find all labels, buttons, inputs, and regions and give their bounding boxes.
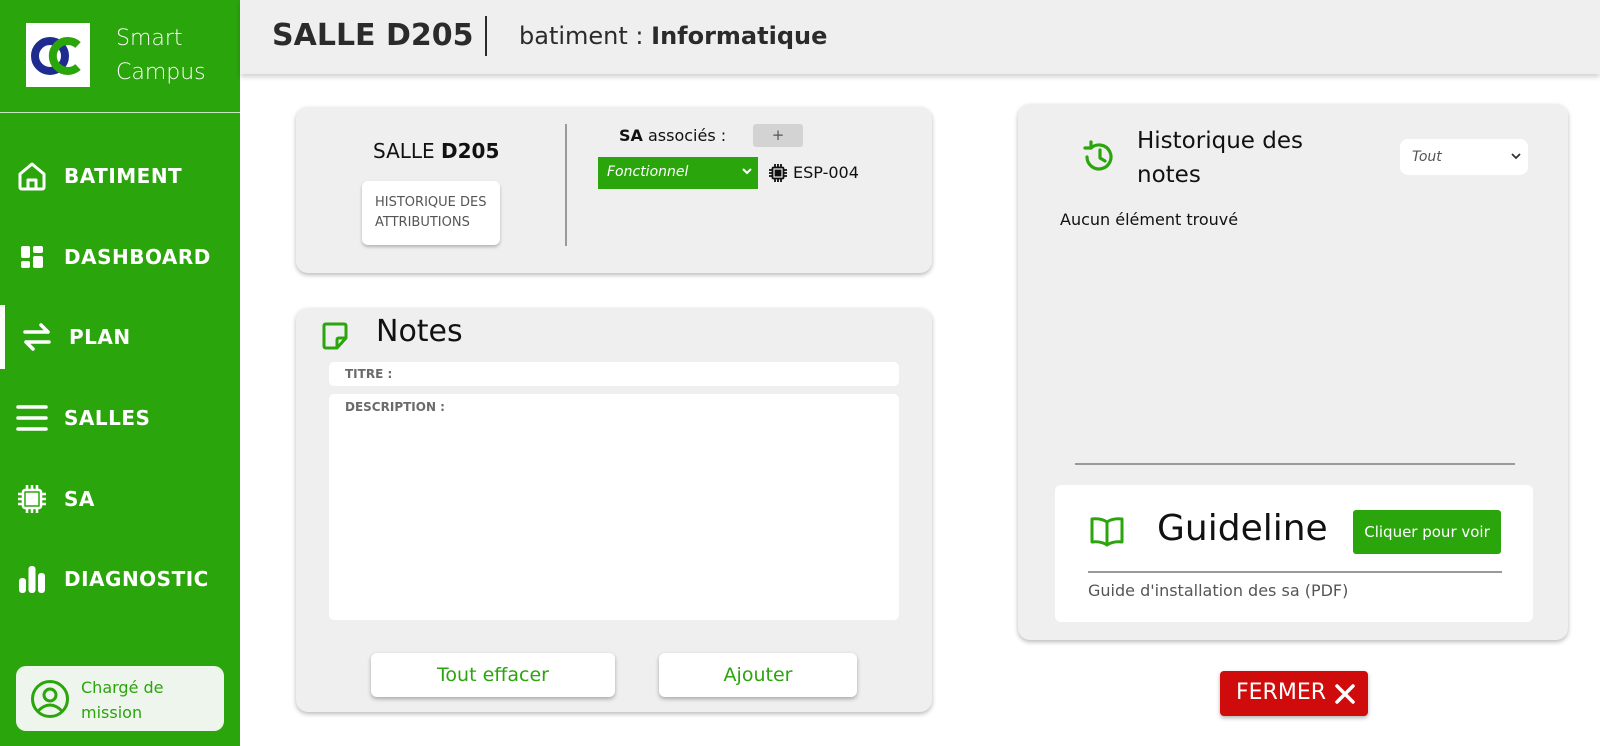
sidebar-item-diagnostic[interactable]: DIAGNOSTIC [0, 547, 240, 611]
page-title: SALLE D205 [272, 18, 474, 53]
empty-state-text: Aucun élément trouvé [1060, 210, 1239, 229]
brand-line-2: Campus [116, 60, 206, 85]
building-name: Informatique [651, 22, 828, 50]
menu-lines-icon [15, 401, 49, 435]
sa-device-name[interactable]: ESP-004 [793, 163, 859, 182]
user-role-line-2: mission [81, 703, 143, 722]
sa-label-bold: SA [619, 126, 643, 145]
header-separator [485, 16, 487, 56]
book-icon [1089, 513, 1125, 549]
view-guide-button[interactable]: Cliquer pour voir [1353, 510, 1501, 554]
add-sa-button[interactable]: + [753, 124, 803, 147]
note-title-placeholder: TITRE : [345, 367, 393, 381]
sidebar-item-label: DIAGNOSTIC [64, 567, 209, 591]
sa-status-value: Fonctionnel [607, 164, 689, 180]
sidebar-item-sa[interactable]: SA [0, 467, 240, 531]
attribution-history-line-2: ATTRIBUTIONS [375, 215, 470, 230]
dashboard-icon [15, 240, 49, 274]
chevron-down-icon [1510, 150, 1522, 166]
history-filter-value: Tout [1412, 149, 1442, 165]
room-name: SALLE D205 [373, 139, 499, 163]
sidebar-item-label: SALLES [64, 406, 151, 430]
sidebar-item-plan[interactable]: PLAN [0, 305, 240, 369]
history-icon [1081, 139, 1117, 175]
brand-line-1: Smart [116, 26, 183, 51]
note-description-placeholder: DESCRIPTION : [345, 400, 445, 414]
guideline-divider [1088, 571, 1502, 573]
notes-history-card: Historique des notes Tout Aucun élément … [1018, 104, 1568, 640]
guideline-subtitle: Guide d'installation des sa (PDF) [1088, 581, 1349, 600]
clear-all-button[interactable]: Tout effacer [371, 653, 615, 697]
history-divider [1075, 463, 1515, 465]
sticky-note-icon [320, 321, 350, 351]
close-button-label: FERMER [1236, 680, 1327, 705]
user-role-line-1: Chargé de [81, 678, 164, 697]
sa-label-rest: associés : [642, 126, 727, 145]
brand-name: Smart Campus [116, 22, 206, 90]
logo [26, 23, 90, 87]
notes-history-title-line-2: notes [1137, 162, 1201, 188]
close-button[interactable]: FERMER [1220, 671, 1368, 716]
building-prefix: batiment : [519, 22, 652, 50]
attribution-history-button[interactable]: HISTORIQUE DES ATTRIBUTIONS [362, 181, 500, 245]
room-card-separator [565, 124, 567, 246]
room-card: SALLE D205 HISTORIQUE DES ATTRIBUTIONS S… [296, 107, 932, 273]
user-profile-button[interactable]: Chargé de mission [16, 666, 224, 731]
home-icon [15, 159, 49, 193]
sidebar-item-dashboard[interactable]: DASHBOARD [0, 225, 240, 289]
attribution-history-line-1: HISTORIQUE DES [375, 195, 487, 210]
building-label: batiment : Informatique [519, 22, 827, 50]
room-code: D205 [441, 139, 500, 163]
chevron-down-icon [741, 165, 753, 181]
guideline-title: Guideline [1157, 508, 1328, 549]
history-filter-select[interactable]: Tout [1400, 139, 1528, 175]
sidebar-item-batiment[interactable]: BATIMENT [0, 144, 240, 208]
notes-card: Notes TITRE : DESCRIPTION : Tout effacer… [296, 308, 932, 712]
bar-chart-icon [15, 562, 49, 596]
notes-title: Notes [376, 314, 463, 349]
sa-associated-label: SA associés : [619, 126, 726, 145]
user-circle-icon [30, 679, 70, 719]
sidebar-item-salles[interactable]: SALLES [0, 386, 240, 450]
sa-status-select[interactable]: Fonctionnel [598, 157, 758, 189]
room-name-prefix: SALLE [373, 139, 442, 163]
sidebar-item-label: SA [64, 487, 95, 511]
chip-icon [15, 482, 49, 516]
add-note-button[interactable]: Ajouter [659, 653, 857, 697]
notes-history-title: Historique des notes [1137, 124, 1303, 192]
user-role: Chargé de mission [81, 675, 164, 725]
guideline-panel: Guideline Cliquer pour voir Guide d'inst… [1055, 485, 1533, 622]
sidebar-item-label: PLAN [69, 325, 131, 349]
sidebar-divider [0, 112, 240, 113]
notes-history-title-line-1: Historique des [1137, 128, 1303, 154]
note-description-textarea[interactable]: DESCRIPTION : [329, 394, 899, 620]
close-icon [1334, 683, 1356, 705]
sidebar-item-label: DASHBOARD [64, 245, 211, 269]
swap-arrows-icon [20, 320, 54, 354]
sidebar-item-label: BATIMENT [64, 164, 183, 188]
note-title-input[interactable]: TITRE : [329, 362, 899, 386]
chip-icon [768, 163, 788, 183]
sidebar: Smart Campus BATIMENT DASHBOARD PLAN SAL… [0, 0, 240, 746]
active-indicator [0, 305, 5, 369]
page-header: SALLE D205 batiment : Informatique [240, 0, 1600, 74]
